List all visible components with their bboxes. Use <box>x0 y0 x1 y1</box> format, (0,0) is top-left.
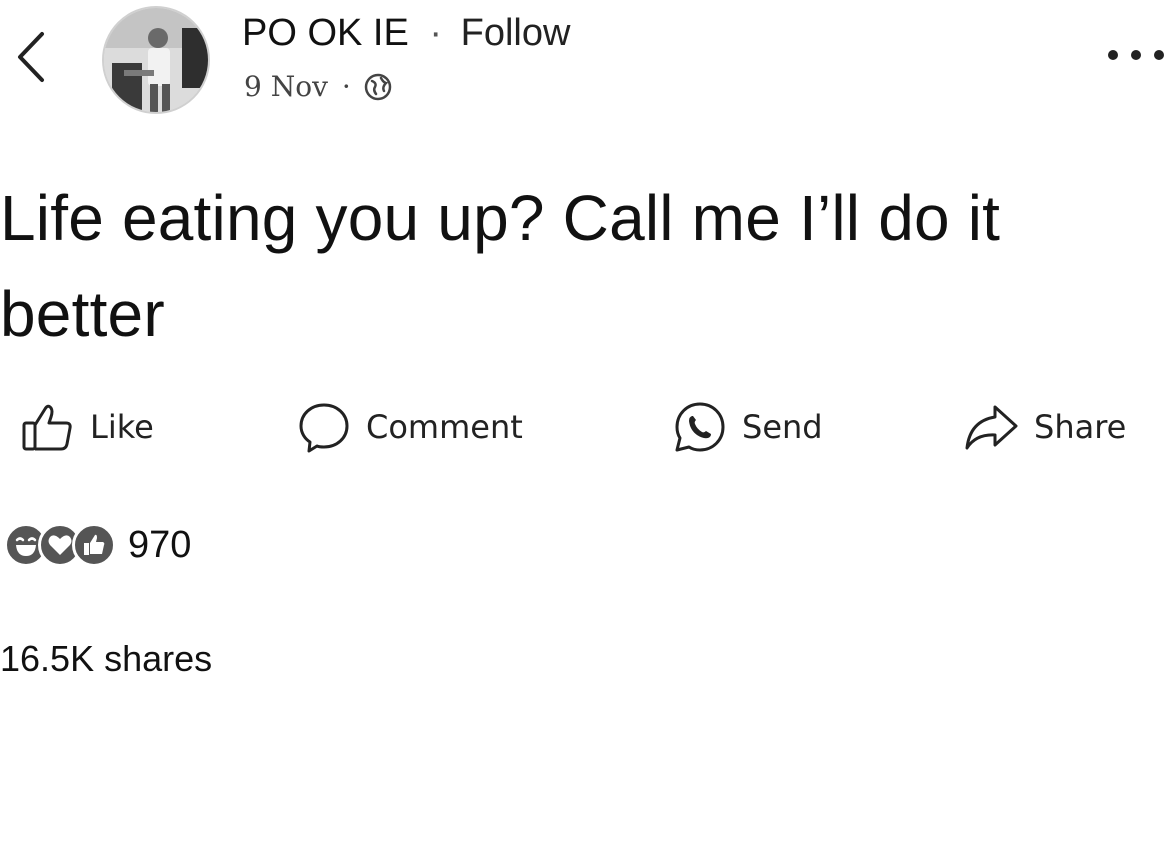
comment-button[interactable]: Comment <box>296 392 523 462</box>
like-label: Like <box>90 408 154 446</box>
share-button[interactable]: Share <box>962 392 1126 462</box>
like-reaction-icon <box>72 523 116 567</box>
like-button[interactable]: Like <box>20 392 154 462</box>
more-options-button[interactable] <box>1108 40 1164 70</box>
post-date[interactable]: 9 Nov <box>244 70 328 103</box>
more-options-dot <box>1154 50 1164 60</box>
share-arrow-icon <box>962 399 1020 455</box>
shares-count[interactable]: 16.5K shares <box>0 638 212 680</box>
reaction-count: 970 <box>128 523 192 566</box>
share-label: Share <box>1034 408 1127 446</box>
avatar-photo <box>104 8 208 112</box>
thumbs-up-icon <box>20 399 76 455</box>
post-meta: 9 Nov · <box>244 70 393 103</box>
meta-separator: · <box>341 70 351 103</box>
author-name[interactable]: PO OK IE <box>242 12 409 54</box>
post-header: PO OK IE · Follow 9 Nov · <box>0 0 1170 130</box>
more-options-icon <box>1108 50 1118 60</box>
reaction-icons <box>4 523 116 567</box>
author-line: PO OK IE · Follow <box>242 12 570 55</box>
action-bar: Like Comment Send Share <box>0 392 1170 462</box>
globe-icon <box>363 72 393 102</box>
send-label: Send <box>742 408 823 446</box>
chevron-left-icon <box>18 32 44 82</box>
send-button[interactable]: Send <box>672 392 823 462</box>
avatar[interactable] <box>102 6 210 114</box>
whatsapp-icon <box>672 399 728 455</box>
post-text: Life eating you up? Call me I’ll do it b… <box>0 182 1001 350</box>
follow-button[interactable]: Follow <box>461 12 571 54</box>
more-options-dot <box>1131 50 1141 60</box>
back-button[interactable] <box>8 26 54 88</box>
name-separator: · <box>429 12 443 54</box>
comment-label: Comment <box>366 408 523 446</box>
reactions-summary[interactable]: 970 <box>4 518 191 572</box>
comment-bubble-icon <box>296 399 352 455</box>
